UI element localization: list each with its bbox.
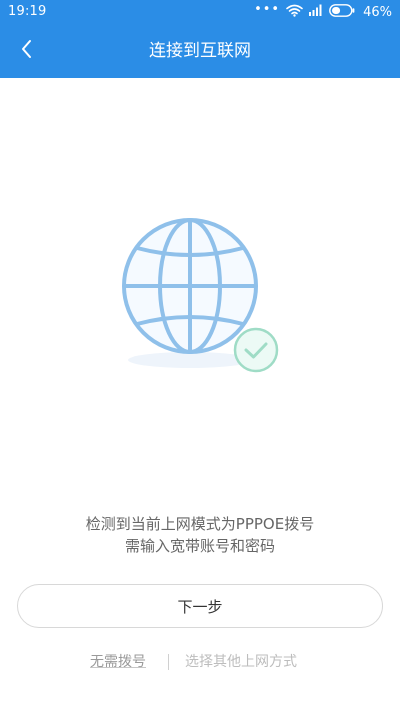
no-dial-link[interactable]: 无需拨号 xyxy=(90,652,146,672)
status-icons: ••• 46% xyxy=(254,3,392,21)
header: 19:19 ••• 46% 连接到互联网 xyxy=(0,0,400,78)
message-line-2: 需输入宽带账号和密码 xyxy=(124,537,275,555)
globe-illustration xyxy=(110,200,290,380)
status-time: 19:19 xyxy=(8,4,47,19)
battery-icon xyxy=(329,3,355,21)
signal-icon xyxy=(309,4,323,20)
screen: 19:19 ••• 46% 连接到互联网 检测到当前上网模式为PPPOE拨号 需… xyxy=(0,0,400,711)
notification-dots: ••• xyxy=(254,1,281,17)
battery-percent: 46% xyxy=(363,4,392,20)
status-bar: 19:19 ••• 46% xyxy=(0,0,400,24)
link-divider xyxy=(168,654,169,670)
nav-bar: 连接到互联网 xyxy=(0,24,400,78)
detection-message: 检测到当前上网模式为PPPOE拨号 需输入宽带账号和密码 xyxy=(0,513,400,557)
page-title: 连接到互联网 xyxy=(149,41,251,61)
message-line-1: 检测到当前上网模式为PPPOE拨号 xyxy=(85,515,315,533)
bottom-links: 无需拨号 选择其他上网方式 xyxy=(0,652,400,674)
check-circle-icon xyxy=(233,327,279,373)
wifi-icon xyxy=(286,4,303,21)
other-method-link[interactable]: 选择其他上网方式 xyxy=(185,652,297,672)
next-button[interactable]: 下一步 xyxy=(17,584,383,628)
globe-icon xyxy=(122,218,279,373)
